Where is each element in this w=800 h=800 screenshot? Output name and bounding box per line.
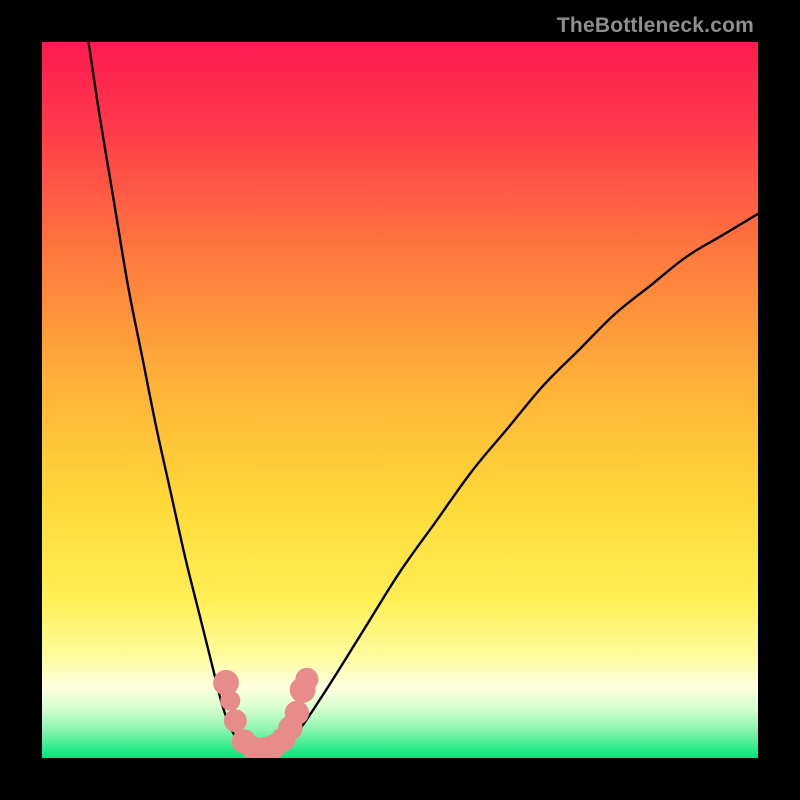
curve-layer	[42, 42, 758, 758]
valley-marker	[220, 691, 240, 711]
valley-markers	[213, 668, 318, 758]
bottleneck-curve	[89, 42, 758, 755]
valley-marker	[285, 701, 309, 725]
valley-marker	[295, 668, 318, 691]
valley-marker	[224, 709, 247, 732]
watermark-text: TheBottleneck.com	[557, 14, 754, 38]
outer-frame: TheBottleneck.com	[0, 0, 800, 800]
curve-left-branch	[89, 42, 243, 744]
plot-area	[42, 42, 758, 758]
curve-right-branch	[285, 214, 758, 744]
